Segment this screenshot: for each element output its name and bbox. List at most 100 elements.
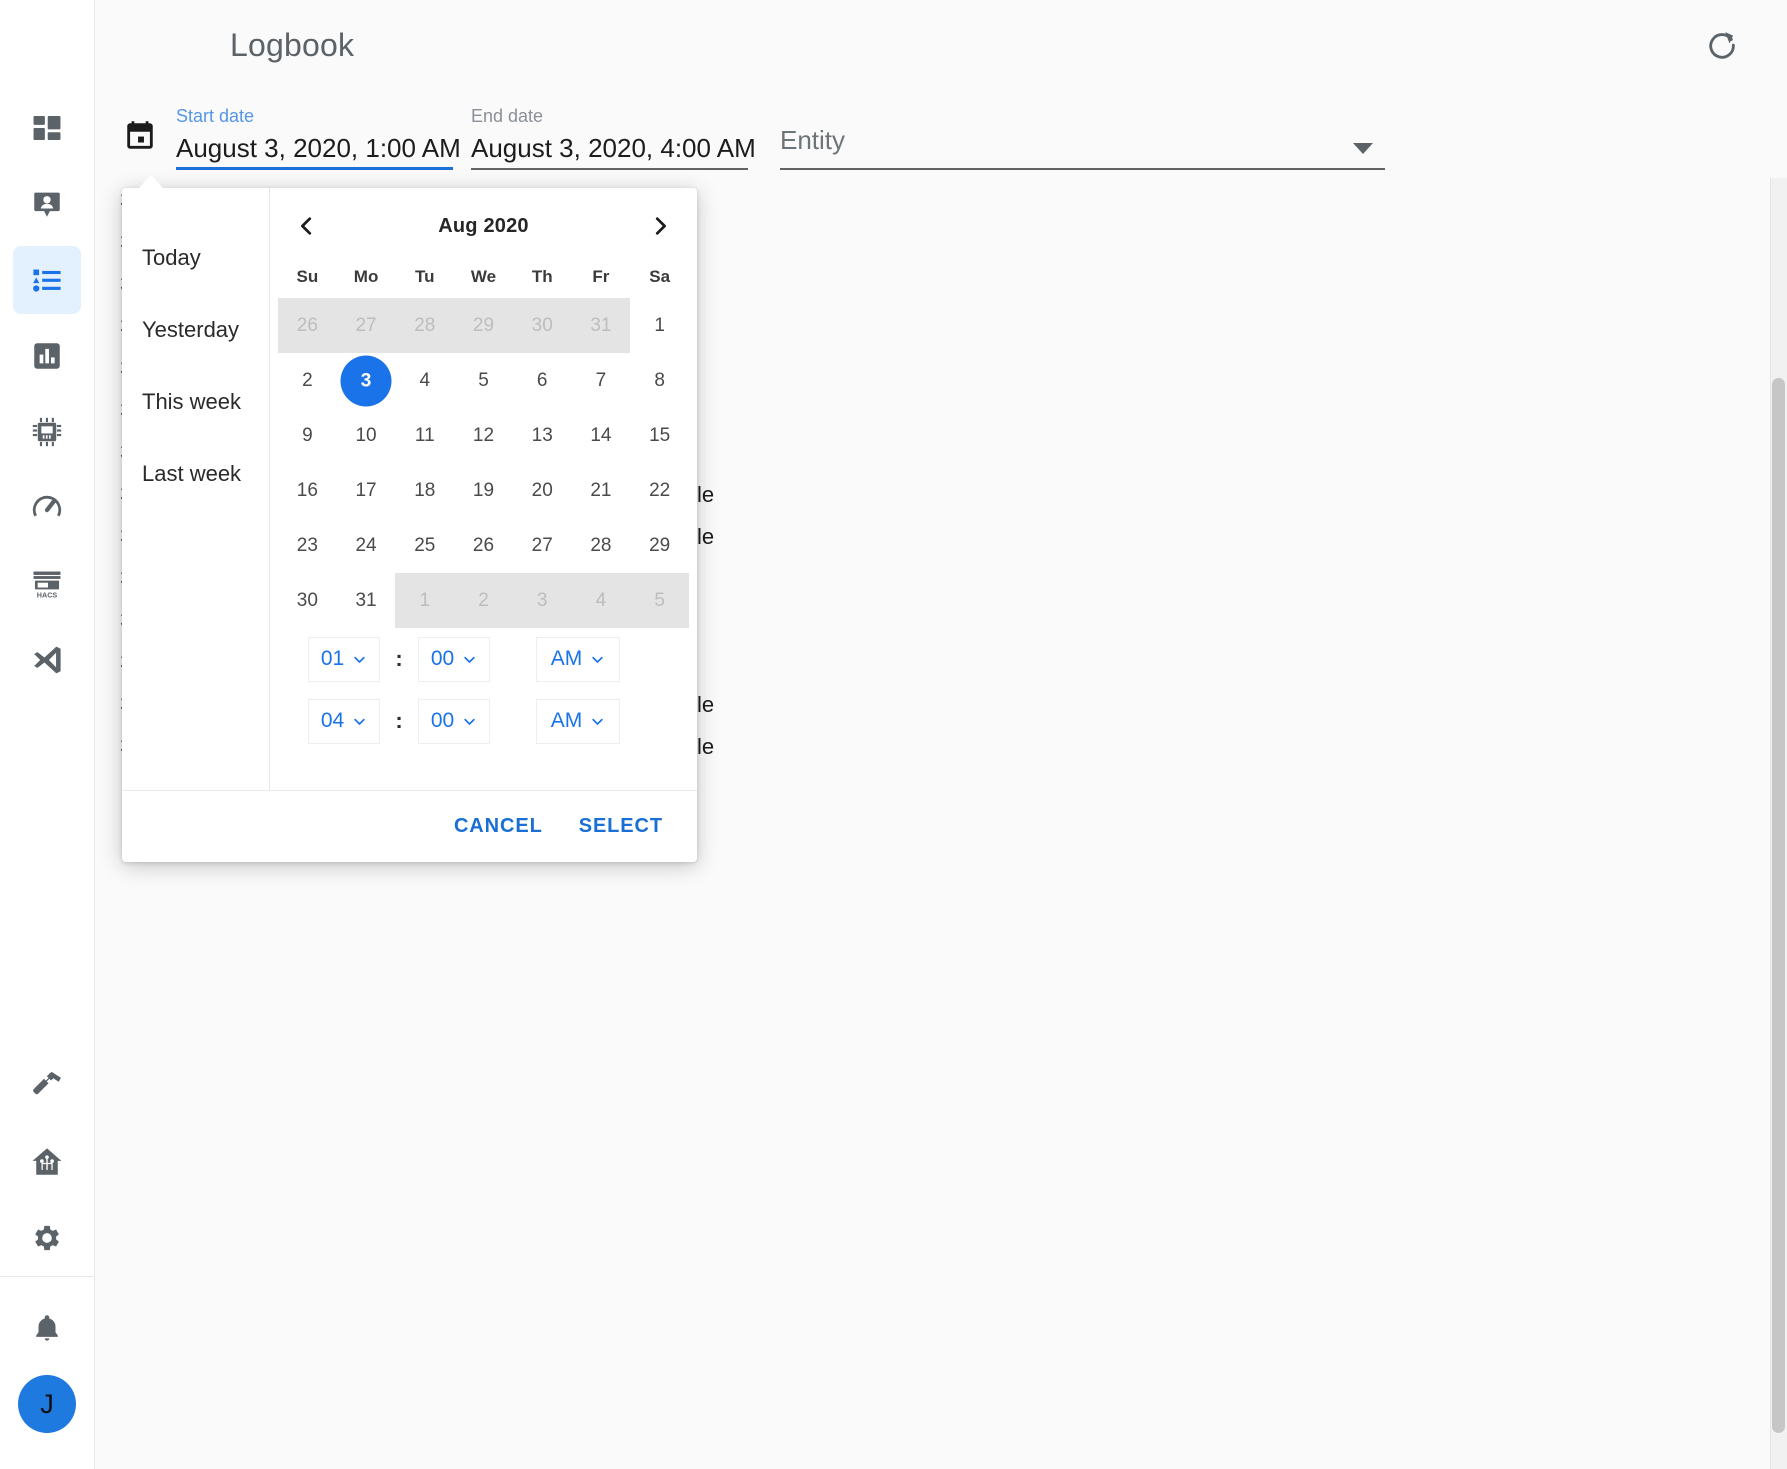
calendar-day: 5 [630, 573, 689, 628]
calendar-icon[interactable] [118, 106, 162, 166]
calendar-day-name: Sa [649, 267, 671, 286]
start-hour-value: 01 [320, 647, 345, 670]
end-date-label: End date [471, 106, 544, 126]
vertical-scrollbar-track[interactable] [1770, 178, 1787, 1469]
chevron-down-icon [590, 714, 605, 729]
calendar-day[interactable]: 26 [454, 518, 513, 573]
calendar-day-name: Th [531, 267, 553, 286]
entity-field[interactable]: Entity [780, 123, 1385, 170]
calendar-day[interactable]: 17 [337, 463, 396, 518]
entity-placeholder: Entity [780, 125, 846, 155]
sidebar-item-overview[interactable] [13, 94, 81, 162]
shortcut-this-week[interactable]: This week [122, 366, 269, 438]
calendar-day[interactable]: 20 [513, 463, 572, 518]
start-time-separator: : [395, 646, 403, 671]
select-button[interactable]: SELECT [565, 803, 677, 850]
calendar-day[interactable]: 14 [572, 408, 631, 463]
sidebar-divider [0, 1276, 95, 1277]
start-meridiem-select[interactable]: AM [536, 636, 620, 682]
calendar-day[interactable]: 5 [454, 353, 513, 408]
calendar-day[interactable]: 12 [454, 408, 513, 463]
sidebar-item-esphome[interactable] [13, 398, 81, 466]
calendar-day-name: Mo [353, 267, 379, 286]
calendar-day[interactable]: 4 [395, 353, 454, 408]
end-minute-select[interactable]: 00 [418, 698, 490, 744]
chevron-down-icon [352, 714, 367, 729]
end-meridiem-select[interactable]: AM [536, 698, 620, 744]
start-minute-select[interactable]: 00 [418, 636, 490, 682]
chip-icon [30, 415, 64, 449]
refresh-icon[interactable] [1699, 22, 1745, 68]
calendar-day: 31 [571, 298, 631, 353]
chevron-right-icon[interactable] [643, 209, 677, 243]
calendar-day[interactable]: 15 [630, 408, 689, 463]
chevron-down-icon [590, 652, 605, 667]
calendar-day[interactable]: 2 [278, 353, 337, 408]
page-title: Logbook [230, 26, 355, 63]
start-time-row: 01 : 00 AM [278, 628, 689, 690]
shortcut-today[interactable]: Today [122, 222, 269, 294]
start-date-field[interactable]: Start date August 3, 2020, 1:00 AM [176, 105, 461, 170]
sidebar-item-map[interactable] [13, 170, 81, 238]
dashboard-grid-icon [30, 111, 64, 145]
calendar-day[interactable]: 6 [513, 353, 572, 408]
hacs-store-icon: HACS [30, 567, 64, 601]
calendar-day: 29 [454, 298, 513, 353]
filter-bar: Start date August 3, 2020, 1:00 AM End d… [95, 90, 1787, 170]
sidebar-item-vscode[interactable] [13, 626, 81, 694]
end-hour-select[interactable]: 04 [308, 698, 380, 744]
calendar-day[interactable]: 24 [337, 518, 396, 573]
calendar-day[interactable]: 23 [278, 518, 337, 573]
sidebar-item-logbook[interactable] [13, 246, 81, 314]
sidebar-item-developer-tools[interactable] [13, 1052, 81, 1120]
calendar-day[interactable]: 22 [630, 463, 689, 518]
calendar-day[interactable]: 21 [572, 463, 631, 518]
sidebar-item-supervisor[interactable] [13, 474, 81, 542]
calendar-day[interactable]: 29 [630, 518, 689, 573]
calendar-day[interactable]: 8 [630, 353, 689, 408]
sidebar-item-hacs[interactable]: HACS [13, 550, 81, 618]
shortcut-last-week[interactable]: Last week [122, 438, 269, 510]
cancel-button[interactable]: CANCEL [440, 803, 557, 850]
chevron-down-icon [352, 652, 367, 667]
calendar-day[interactable]: 16 [278, 463, 337, 518]
calendar-day[interactable]: 18 [395, 463, 454, 518]
app-root: HACS J Logbook Start date August 3, 2020… [0, 0, 1787, 1469]
sidebar-item-configuration[interactable] [13, 1204, 81, 1272]
calendar-day[interactable]: 19 [454, 463, 513, 518]
app-header: Logbook [37, 0, 1787, 90]
calendar-day[interactable]: 30 [278, 573, 337, 628]
vertical-scrollbar-thumb[interactable] [1772, 378, 1785, 1433]
calendar-day[interactable]: 7 [572, 353, 631, 408]
calendar-day[interactable]: 25 [395, 518, 454, 573]
end-time-row: 04 : 00 AM [278, 690, 689, 752]
start-hour-select[interactable]: 01 [308, 636, 380, 682]
start-meridiem-value: AM [550, 647, 583, 670]
vscode-icon [30, 643, 64, 677]
bar-chart-icon [30, 339, 64, 373]
calendar-day: 1 [395, 573, 455, 628]
sidebar-item-history[interactable] [13, 322, 81, 390]
end-minute-value: 00 [430, 709, 455, 732]
dropdown-arrow-icon[interactable] [1353, 143, 1373, 154]
chevron-left-icon[interactable] [290, 209, 324, 243]
calendar-day-selected[interactable]: 3 [337, 353, 396, 408]
calendar-day[interactable]: 9 [278, 408, 337, 463]
sidebar-item-home-assistant[interactable] [13, 1128, 81, 1196]
calendar-grid: Su Mo Tu We Th Fr Sa 26 27 28 29 30 31 1 2 3 4 5 6 7 8 9 10 11 1… [278, 256, 689, 628]
calendar-day[interactable]: 11 [395, 408, 454, 463]
calendar-day[interactable]: 13 [513, 408, 572, 463]
calendar-day[interactable]: 27 [513, 518, 572, 573]
calendar-day-selected-pill: 3 [340, 355, 392, 406]
calendar-day[interactable]: 1 [630, 298, 689, 353]
calendar-day-name: Tu [415, 267, 435, 286]
sidebar-item-notifications[interactable] [13, 1295, 81, 1363]
calendar-day[interactable]: 31 [337, 573, 396, 628]
calendar-day[interactable]: 28 [572, 518, 631, 573]
end-date-underline [471, 168, 748, 170]
end-date-field[interactable]: End date August 3, 2020, 4:00 AM [471, 105, 756, 170]
calendar-day[interactable]: 10 [337, 408, 396, 463]
end-time-separator: : [395, 708, 403, 733]
user-avatar[interactable]: J [18, 1375, 76, 1433]
shortcut-yesterday[interactable]: Yesterday [122, 294, 269, 366]
